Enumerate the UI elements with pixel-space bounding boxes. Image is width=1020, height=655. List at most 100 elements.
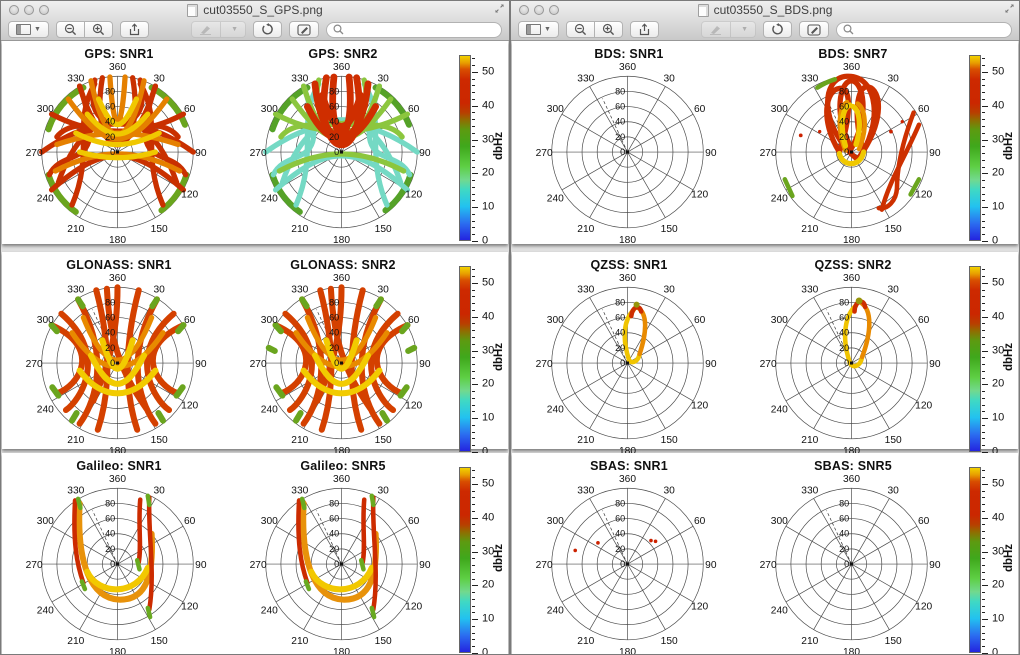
zoom-button[interactable] [39, 5, 49, 15]
svg-text:150: 150 [151, 435, 168, 446]
rotate-left-button[interactable] [253, 21, 282, 38]
svg-text:300: 300 [261, 104, 278, 115]
titlebar[interactable]: cut03550_S_BDS.png [511, 1, 1019, 19]
svg-text:330: 330 [801, 73, 818, 84]
zoom-out-button[interactable] [56, 21, 85, 38]
svg-text:210: 210 [801, 224, 818, 235]
highlight-dropdown-button[interactable]: ▼ [731, 21, 756, 38]
colorbar-tick [472, 558, 475, 559]
preview-window-bds: cut03550_S_BDS.png ▼ ▼ [510, 0, 1020, 655]
colorbar-tick-label: 0 [482, 646, 488, 654]
svg-text:30: 30 [377, 485, 389, 496]
colorbar-tick [982, 133, 985, 134]
colorbar-tick [982, 92, 985, 93]
colorbar-tick [982, 411, 985, 412]
share-button[interactable] [630, 21, 659, 38]
chevron-down-icon: ▼ [741, 26, 748, 33]
minimize-button[interactable] [24, 5, 34, 15]
svg-text:360: 360 [619, 474, 636, 485]
search-field[interactable] [326, 22, 502, 38]
colorbar-tick [982, 592, 985, 593]
highlight-dropdown-button[interactable]: ▼ [221, 21, 246, 38]
svg-text:270: 270 [26, 148, 43, 159]
markup-toolbar-button[interactable] [799, 21, 829, 38]
colorbar-tick [472, 106, 478, 107]
window-title: cut03550_S_BDS.png [714, 3, 833, 17]
minimize-button[interactable] [534, 5, 544, 15]
titlebar[interactable]: cut03550_S_GPS.png [1, 1, 509, 19]
search-field[interactable] [836, 22, 1012, 38]
colorbar-tick [472, 585, 478, 586]
svg-text:40: 40 [615, 328, 625, 338]
svg-text:90: 90 [419, 560, 431, 571]
zoom-in-button[interactable] [85, 21, 113, 38]
svg-text:30: 30 [153, 485, 165, 496]
colorbar-tick [472, 612, 475, 613]
share-button[interactable] [120, 21, 149, 38]
window-chrome: cut03550_S_GPS.png ▼ ▼ [1, 1, 509, 41]
colorbar-tick [472, 653, 478, 654]
colorbar-tick [982, 351, 988, 352]
colorbar-tick [472, 344, 475, 345]
svg-text:300: 300 [261, 315, 278, 326]
colorbar-tick [982, 79, 985, 80]
colorbar-tick [472, 504, 475, 505]
markup-toolbar-button[interactable] [289, 21, 319, 38]
svg-text:270: 270 [26, 560, 43, 571]
document-pages[interactable]: GPS: SNR10204060803603060901201501802102… [1, 41, 509, 654]
svg-text:120: 120 [915, 601, 932, 612]
colorbar-tick [982, 545, 985, 546]
svg-text:60: 60 [839, 313, 849, 323]
svg-text:330: 330 [577, 485, 594, 496]
skyplot-sbas-snr5: SBAS: SNR5020406080360306090120150180210… [741, 453, 965, 654]
page: GPS: SNR10204060803603060901201501802102… [2, 41, 508, 244]
colorbar-tick [982, 269, 985, 270]
page: GLONASS: SNR1020406080360306090120150180… [2, 252, 508, 449]
svg-text:90: 90 [929, 359, 941, 370]
svg-text:180: 180 [333, 235, 350, 243]
colorbar-tick-label: 10 [992, 201, 1004, 213]
svg-text:90: 90 [929, 148, 941, 159]
svg-text:210: 210 [67, 636, 84, 647]
colorbar-tick [982, 612, 985, 613]
zoom-button[interactable] [549, 5, 559, 15]
colorbar-tick [982, 558, 985, 559]
svg-text:240: 240 [37, 605, 54, 616]
svg-text:40: 40 [839, 328, 849, 338]
colorbar-tick [982, 470, 985, 471]
skyplot-gps-snr1: GPS: SNR10204060803603060901201501802102… [7, 41, 231, 244]
fullscreen-icon[interactable] [495, 4, 504, 13]
svg-text:210: 210 [67, 224, 84, 235]
svg-text:80: 80 [839, 297, 849, 307]
zoom-out-button[interactable] [566, 21, 595, 38]
sidebar-view-button[interactable]: ▼ [8, 21, 49, 38]
colorbar-tick [982, 398, 985, 399]
close-button[interactable] [519, 5, 529, 15]
svg-text:150: 150 [885, 435, 902, 446]
close-button[interactable] [9, 5, 19, 15]
fullscreen-icon[interactable] [1005, 4, 1014, 13]
traffic-lights [9, 5, 49, 15]
svg-text:150: 150 [885, 224, 902, 235]
rotate-left-button[interactable] [763, 21, 792, 38]
svg-text:120: 120 [181, 189, 198, 200]
colorbar-tick [472, 639, 475, 640]
highlight-button[interactable] [701, 21, 731, 38]
colorbar-tick [472, 497, 475, 498]
svg-text:80: 80 [329, 86, 339, 96]
sidebar-view-button[interactable]: ▼ [518, 21, 559, 38]
search-input[interactable] [348, 23, 495, 37]
colorbar-tick [472, 491, 475, 492]
colorbar-tick [982, 207, 988, 208]
zoom-in-button[interactable] [595, 21, 623, 38]
colorbar-tick-label: 10 [482, 412, 494, 424]
colorbar-tick [982, 323, 985, 324]
document-pages[interactable]: BDS: SNR10204060803603060901201501802102… [511, 41, 1019, 654]
colorbar-tick [982, 531, 985, 532]
colorbar-tick [472, 119, 475, 120]
colorbar-tick [472, 194, 475, 195]
highlight-button[interactable] [191, 21, 221, 38]
svg-text:60: 60 [184, 516, 196, 527]
search-input[interactable] [858, 23, 1005, 37]
svg-text:0: 0 [844, 559, 849, 569]
